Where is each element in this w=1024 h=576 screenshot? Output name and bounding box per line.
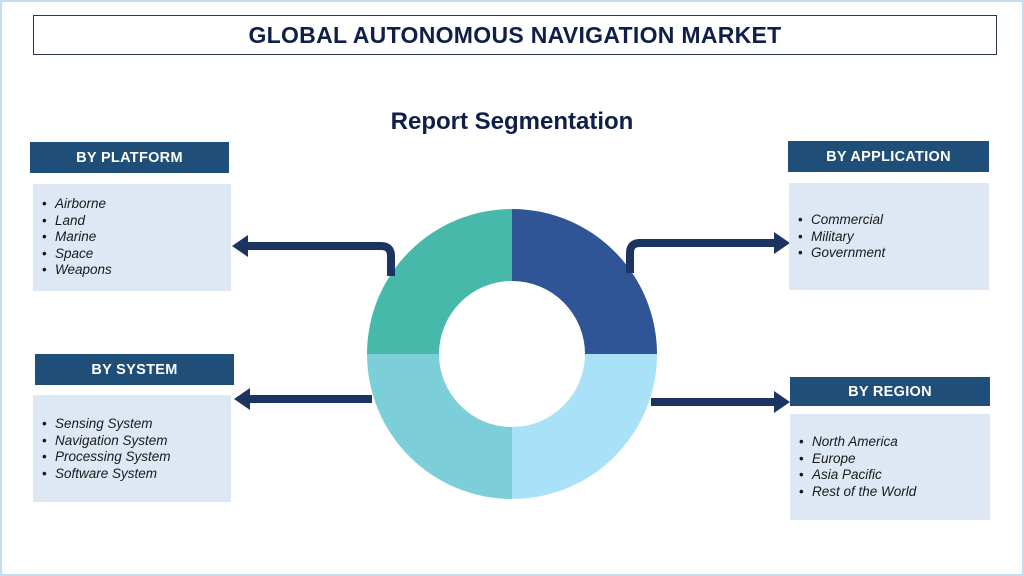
header-by-application: BY APPLICATION	[788, 141, 989, 172]
list-item: Processing System	[42, 449, 231, 466]
list-item: Asia Pacific	[799, 467, 990, 484]
list-item: Weapons	[42, 262, 231, 279]
arrow-platform	[245, 242, 395, 276]
list-item: North America	[799, 434, 990, 451]
list-item: Commercial	[798, 212, 989, 229]
list-item: Land	[42, 213, 231, 230]
application-list: Commercial Military Government	[789, 183, 989, 262]
donut-segment-region	[512, 354, 657, 499]
list-item: Rest of the World	[799, 484, 990, 501]
arrowhead-system	[234, 388, 250, 410]
donut-segment-application	[512, 209, 657, 354]
system-list: Sensing System Navigation System Process…	[33, 395, 231, 482]
header-by-region: BY REGION	[790, 377, 990, 406]
list-item: Airborne	[42, 196, 231, 213]
donut-segment-platform	[367, 209, 512, 354]
list-item: Space	[42, 246, 231, 263]
arrowhead-region	[774, 391, 790, 413]
list-item: Marine	[42, 229, 231, 246]
arrowhead-application	[774, 232, 790, 254]
arrow-application	[626, 239, 778, 273]
platform-box: Airborne Land Marine Space Weapons	[33, 184, 231, 291]
header-by-platform: BY PLATFORM	[30, 142, 229, 173]
list-item: Government	[798, 245, 989, 262]
region-box: North America Europe Asia Pacific Rest o…	[790, 414, 990, 520]
list-item: Sensing System	[42, 416, 231, 433]
arrowhead-platform	[232, 235, 248, 257]
region-list: North America Europe Asia Pacific Rest o…	[790, 414, 990, 500]
header-by-system: BY SYSTEM	[35, 354, 234, 385]
list-item: Europe	[799, 451, 990, 468]
list-item: Military	[798, 229, 989, 246]
system-box: Sensing System Navigation System Process…	[33, 395, 231, 502]
list-item: Navigation System	[42, 433, 231, 450]
donut-chart	[367, 209, 657, 499]
platform-list: Airborne Land Marine Space Weapons	[33, 184, 231, 279]
donut-segment-system	[367, 354, 512, 499]
application-box: Commercial Military Government	[789, 183, 989, 290]
list-item: Software System	[42, 466, 231, 483]
